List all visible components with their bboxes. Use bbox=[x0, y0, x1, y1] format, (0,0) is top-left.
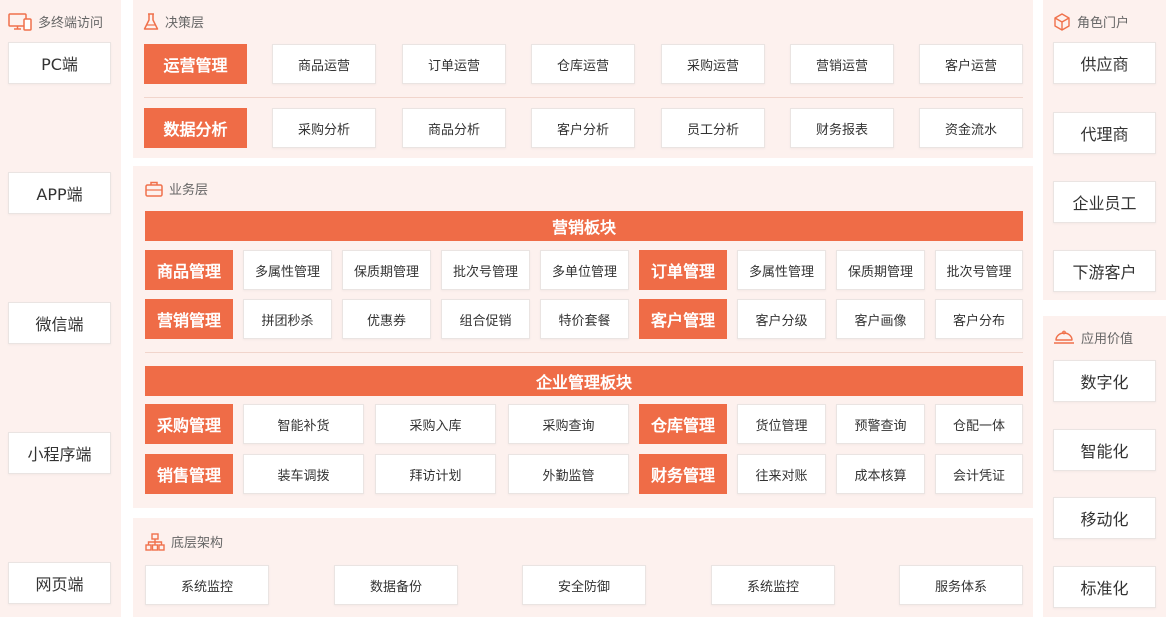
marketing-item[interactable]: 拼团秒杀 bbox=[243, 299, 332, 339]
enterprise-item[interactable]: 预警查询 bbox=[836, 404, 925, 444]
marketing-item[interactable]: 批次号管理 bbox=[935, 250, 1023, 290]
decision-item[interactable]: 仓库运营 bbox=[531, 44, 635, 84]
decision-item[interactable]: 员工分析 bbox=[661, 108, 765, 148]
enterprise-item[interactable]: 智能补货 bbox=[243, 404, 364, 444]
decision-item[interactable]: 采购分析 bbox=[272, 108, 376, 148]
decision-item[interactable]: 财务报表 bbox=[790, 108, 894, 148]
decision-title: 决策层 bbox=[165, 16, 205, 31]
infra-section-title: 底层架构 bbox=[145, 532, 223, 551]
infra-item[interactable]: 数据备份 bbox=[334, 565, 458, 605]
infra-title: 底层架构 bbox=[171, 536, 224, 551]
value-section-title: 应用价值 bbox=[1053, 328, 1133, 347]
enterprise-item[interactable]: 往来对账 bbox=[737, 454, 826, 494]
infra-item[interactable]: 系统监控 bbox=[711, 565, 835, 605]
decision-item[interactable]: 商品分析 bbox=[402, 108, 506, 148]
marketing-item[interactable]: 多单位管理 bbox=[540, 250, 629, 290]
decision-head-analysis[interactable]: 数据分析 bbox=[144, 108, 247, 148]
marketing-block-bar: 营销板块 bbox=[145, 211, 1023, 241]
marketing-item[interactable]: 多属性管理 bbox=[737, 250, 826, 290]
decision-head-operation[interactable]: 运营管理 bbox=[144, 44, 247, 84]
marketing-management-head[interactable]: 营销管理 bbox=[145, 299, 233, 339]
infra-item[interactable]: 服务体系 bbox=[899, 565, 1023, 605]
marketing-item[interactable]: 客户画像 bbox=[836, 299, 925, 339]
enterprise-item[interactable]: 采购查询 bbox=[508, 404, 629, 444]
decision-item[interactable]: 营销运营 bbox=[790, 44, 894, 84]
terminal-app[interactable]: APP端 bbox=[8, 172, 111, 214]
decision-item[interactable]: 资金流水 bbox=[919, 108, 1023, 148]
role-employee[interactable]: 企业员工 bbox=[1053, 181, 1156, 223]
terminal-title: 多终端访问 bbox=[38, 16, 104, 31]
order-management-head[interactable]: 订单管理 bbox=[639, 250, 727, 290]
decision-item[interactable]: 客户运营 bbox=[919, 44, 1023, 84]
business-title: 业务层 bbox=[169, 183, 209, 198]
marketing-item[interactable]: 保质期管理 bbox=[342, 250, 431, 290]
decision-section-title: 决策层 bbox=[143, 12, 204, 31]
marketing-item[interactable]: 批次号管理 bbox=[441, 250, 530, 290]
value-mobile[interactable]: 移动化 bbox=[1053, 497, 1156, 539]
value-intelligent[interactable]: 智能化 bbox=[1053, 429, 1156, 471]
roles-section-title: 角色门户 bbox=[1053, 12, 1129, 31]
sales-management-head[interactable]: 销售管理 bbox=[145, 454, 233, 494]
roles-title: 角色门户 bbox=[1077, 16, 1130, 31]
business-section-title: 业务层 bbox=[145, 179, 208, 198]
value-standardized[interactable]: 标准化 bbox=[1053, 566, 1156, 608]
role-agent[interactable]: 代理商 bbox=[1053, 112, 1156, 154]
marketing-item[interactable]: 客户分级 bbox=[737, 299, 826, 339]
decision-divider bbox=[144, 97, 1023, 98]
marketing-item[interactable]: 优惠券 bbox=[342, 299, 431, 339]
value-title: 应用价值 bbox=[1081, 332, 1134, 347]
terminal-pc[interactable]: PC端 bbox=[8, 42, 111, 84]
decision-item[interactable]: 订单运营 bbox=[402, 44, 506, 84]
flask-icon bbox=[143, 12, 159, 31]
finance-management-head[interactable]: 财务管理 bbox=[639, 454, 727, 494]
marketing-item[interactable]: 客户分布 bbox=[935, 299, 1023, 339]
infra-item[interactable]: 系统监控 bbox=[145, 565, 269, 605]
terminal-miniprogram[interactable]: 小程序端 bbox=[8, 432, 111, 474]
enterprise-item[interactable]: 仓配一体 bbox=[935, 404, 1023, 444]
warehouse-management-head[interactable]: 仓库管理 bbox=[639, 404, 727, 444]
purchase-management-head[interactable]: 采购管理 bbox=[145, 404, 233, 444]
infra-item[interactable]: 安全防御 bbox=[522, 565, 646, 605]
role-supplier[interactable]: 供应商 bbox=[1053, 42, 1156, 84]
role-downstream-customer[interactable]: 下游客户 bbox=[1053, 250, 1156, 292]
value-digital[interactable]: 数字化 bbox=[1053, 360, 1156, 402]
enterprise-item[interactable]: 会计凭证 bbox=[935, 454, 1023, 494]
enterprise-item[interactable]: 货位管理 bbox=[737, 404, 826, 444]
cube-icon bbox=[1053, 12, 1071, 31]
marketing-item[interactable]: 多属性管理 bbox=[243, 250, 332, 290]
monitor-icon bbox=[8, 12, 32, 31]
enterprise-item[interactable]: 外勤监管 bbox=[508, 454, 629, 494]
enterprise-item[interactable]: 拜访计划 bbox=[375, 454, 496, 494]
marketing-item[interactable]: 保质期管理 bbox=[836, 250, 925, 290]
decision-item[interactable]: 商品运营 bbox=[272, 44, 376, 84]
decision-item[interactable]: 采购运营 bbox=[661, 44, 765, 84]
platter-icon bbox=[1053, 330, 1075, 346]
briefcase-icon bbox=[145, 181, 163, 197]
enterprise-block-bar: 企业管理板块 bbox=[145, 366, 1023, 396]
business-divider bbox=[145, 352, 1023, 353]
customer-management-head[interactable]: 客户管理 bbox=[639, 299, 727, 339]
decision-item[interactable]: 客户分析 bbox=[531, 108, 635, 148]
marketing-item[interactable]: 组合促销 bbox=[441, 299, 530, 339]
marketing-item[interactable]: 特价套餐 bbox=[540, 299, 629, 339]
terminal-section-title: 多终端访问 bbox=[8, 12, 103, 31]
enterprise-item[interactable]: 装车调拨 bbox=[243, 454, 364, 494]
enterprise-item[interactable]: 成本核算 bbox=[836, 454, 925, 494]
enterprise-item[interactable]: 采购入库 bbox=[375, 404, 496, 444]
product-management-head[interactable]: 商品管理 bbox=[145, 250, 233, 290]
terminal-wechat[interactable]: 微信端 bbox=[8, 302, 111, 344]
terminal-web[interactable]: 网页端 bbox=[8, 562, 111, 604]
hierarchy-icon bbox=[145, 532, 165, 551]
